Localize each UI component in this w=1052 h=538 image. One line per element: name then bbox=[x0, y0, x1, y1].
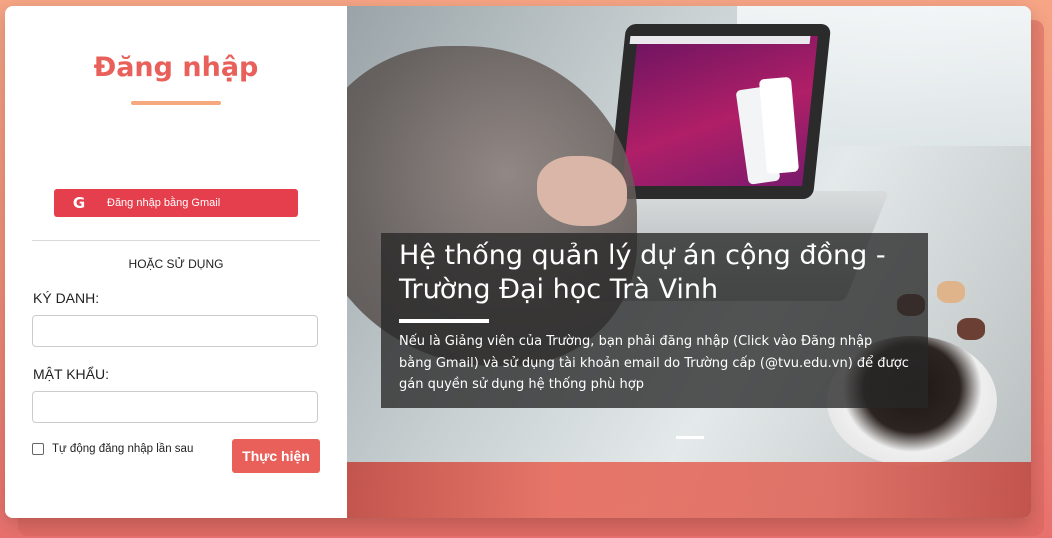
carousel-caption: Hệ thống quản lý dự án cộng đồng - Trườn… bbox=[381, 233, 928, 408]
remember-label: Tự động đăng nhập lần sau bbox=[52, 443, 194, 455]
login-card: Đăng nhập G Đăng nhập bằng Gmail HOẶC SỬ… bbox=[5, 6, 1031, 518]
remember-checkbox[interactable] bbox=[32, 443, 44, 455]
hero-photo-bottom-strip bbox=[347, 462, 1031, 518]
hero-carousel: Hệ thống quản lý dự án cộng đồng - Trườn… bbox=[347, 6, 1031, 518]
gmail-login-button[interactable]: G Đăng nhập bằng Gmail bbox=[54, 189, 298, 217]
username-label: KÝ DANH: bbox=[33, 290, 100, 306]
password-input[interactable] bbox=[32, 391, 318, 423]
hero-photo-screen-bar bbox=[629, 36, 811, 44]
hero-photo-cookie bbox=[937, 281, 965, 303]
password-label: MẬT KHẨU: bbox=[33, 366, 109, 382]
hero-photo-cookie bbox=[957, 318, 985, 340]
caption-underline bbox=[399, 319, 489, 323]
login-title: Đăng nhập bbox=[93, 52, 259, 83]
carousel-indicator[interactable] bbox=[676, 436, 704, 439]
submit-button[interactable]: Thực hiện bbox=[232, 439, 320, 473]
caption-description: Nếu là Giảng viên của Trường, bạn phải đ… bbox=[399, 334, 909, 392]
gmail-login-label: Đăng nhập bằng Gmail bbox=[107, 197, 221, 209]
hero-photo-hand bbox=[537, 156, 627, 226]
title-underline bbox=[131, 101, 221, 105]
google-icon: G bbox=[72, 194, 86, 212]
remember-me: Tự động đăng nhập lần sau bbox=[32, 443, 193, 455]
username-input[interactable] bbox=[32, 315, 318, 347]
divider bbox=[32, 240, 320, 241]
or-use-text: HOẶC SỬ DỤNG bbox=[128, 257, 224, 271]
caption-title: Hệ thống quản lý dự án cộng đồng - Trườn… bbox=[399, 240, 886, 305]
login-panel: Đăng nhập G Đăng nhập bằng Gmail HOẶC SỬ… bbox=[5, 6, 347, 518]
